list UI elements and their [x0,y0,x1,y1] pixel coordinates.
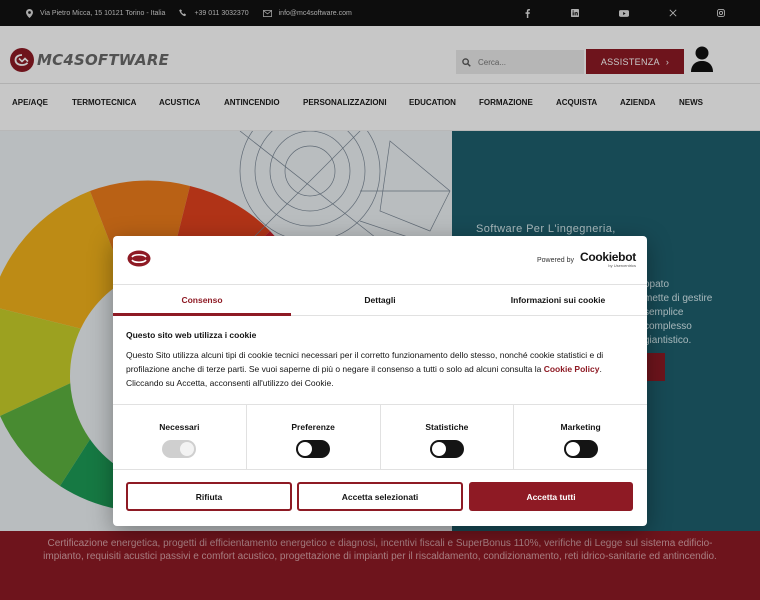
powered-by-label: Powered by [537,256,574,264]
toggle-cell-statistiche: Statistiche [381,405,515,469]
toggle-cell-necessari: Necessari [113,405,247,469]
site-logo-mark-icon [127,250,151,267]
accept-all-button[interactable]: Accetta tutti [469,482,633,511]
toggle-knob [431,442,446,456]
consent-text: Questo Sito utilizza alcuni tipi di cook… [126,348,631,390]
tab-consenso[interactable]: Consenso [113,285,291,316]
powered-by-cookiebot[interactable]: Powered by Cookiebot by Usercentrics [537,250,636,268]
toggle-knob [565,442,580,456]
consent-title: Questo sito web utilizza i cookie [126,330,257,340]
preferenze-toggle[interactable] [296,440,331,458]
toggle-label: Necessari [159,422,200,432]
toggle-label: Marketing [560,422,601,432]
toggle-knob [180,442,195,456]
statistiche-toggle[interactable] [429,440,464,458]
toggle-label: Statistiche [425,422,469,432]
cookie-consent-dialog: Powered by Cookiebot by Usercentrics Con… [113,236,647,526]
consent-toggles: Necessari Preferenze Statistiche Marketi… [113,404,647,470]
consent-text-before: Questo Sito utilizza alcuni tipi di cook… [126,350,604,374]
toggle-knob [298,442,313,456]
toggle-label: Preferenze [291,422,335,432]
toggle-cell-marketing: Marketing [514,405,647,469]
cookie-policy-link[interactable]: Cookie Policy [544,364,600,374]
necessari-toggle [162,440,197,458]
cookiebot-wordmark: Cookiebot [579,250,636,264]
deny-button[interactable]: Rifiuta [126,482,292,511]
tab-dettagli[interactable]: Dettagli [291,285,469,315]
cookiebot-logo: Cookiebot by Usercentrics [579,250,636,268]
accept-selected-button[interactable]: Accetta selezionati [297,482,463,511]
marketing-toggle[interactable] [563,440,598,458]
tab-informazioni[interactable]: Informazioni sui cookie [469,285,647,315]
consent-tabs: Consenso Dettagli Informazioni sui cooki… [113,284,647,316]
toggle-cell-preferenze: Preferenze [247,405,381,469]
